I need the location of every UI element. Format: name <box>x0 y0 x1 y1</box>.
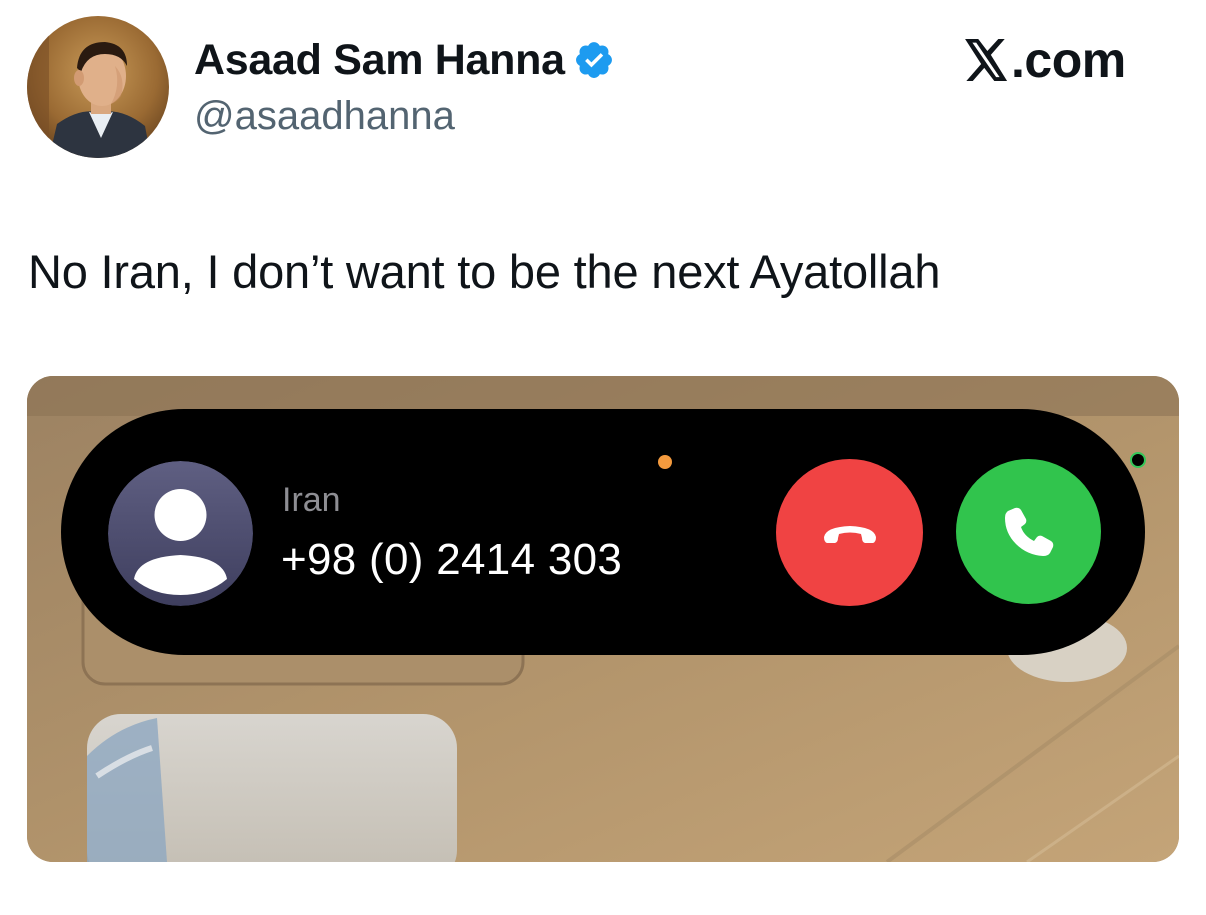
verified-badge-icon <box>573 39 615 81</box>
accept-call-button[interactable] <box>956 459 1101 604</box>
author-handle[interactable]: @asaadhanna <box>194 94 455 139</box>
caller-number: +98 (0) 2414 303 <box>281 535 623 584</box>
person-silhouette-icon <box>108 461 253 606</box>
incoming-call-banner: Iran +98 (0) 2414 303 <box>61 409 1146 655</box>
mic-indicator-dot <box>658 455 672 469</box>
x-logo-icon <box>965 39 1009 81</box>
author-avatar[interactable] <box>27 16 169 158</box>
tweet-screenshot: Asaad Sam Hanna @asaadhanna .com No Iran… <box>0 0 1206 915</box>
decline-call-button[interactable] <box>776 459 923 606</box>
author-display-name[interactable]: Asaad Sam Hanna <box>194 30 615 90</box>
xcom-brand: .com <box>965 28 1126 92</box>
xcom-text: .com <box>1011 32 1126 88</box>
phone-icon <box>997 500 1061 564</box>
camera-indicator-dot <box>1130 452 1146 468</box>
phone-hangup-icon <box>818 501 882 565</box>
tweet-media[interactable]: Iran +98 (0) 2414 303 <box>27 376 1179 862</box>
tweet-text: No Iran, I don’t want to be the next Aya… <box>28 245 941 298</box>
profile-photo <box>27 16 169 158</box>
caller-name: Iran <box>282 481 341 519</box>
display-name-text: Asaad Sam Hanna <box>194 35 565 84</box>
